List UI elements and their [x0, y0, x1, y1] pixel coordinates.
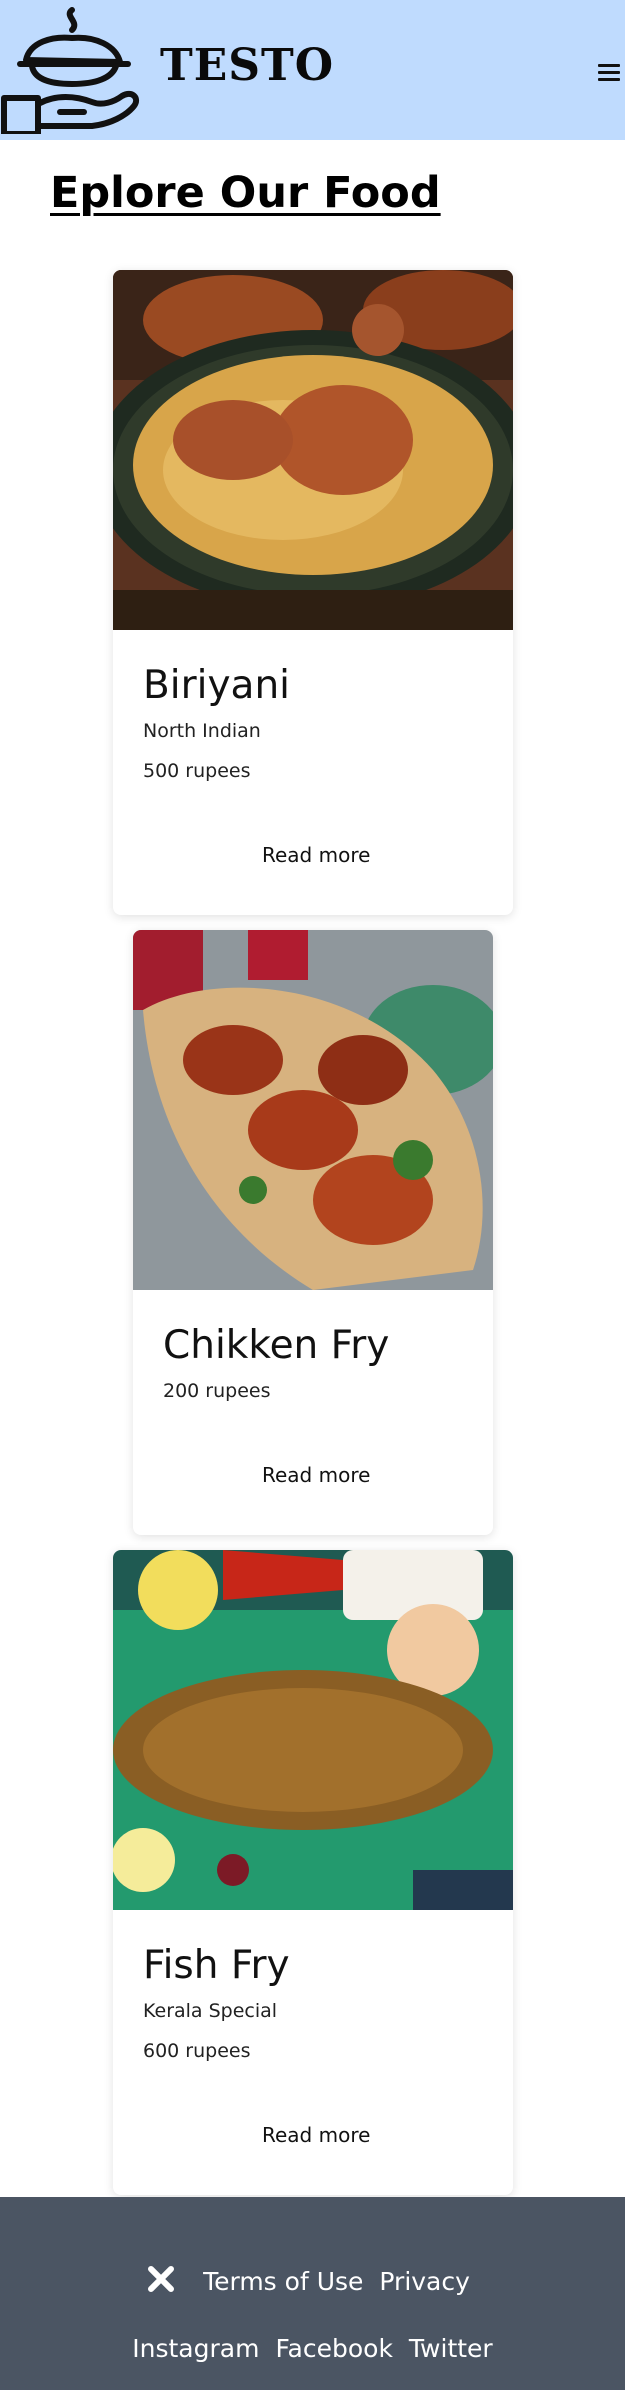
footer-links-row-1: Terms of Use Privacy	[0, 2265, 625, 2297]
food-card-chikken-fry: Chikken Fry 200 rupees Read more	[133, 930, 493, 1535]
terms-link[interactable]: Terms of Use	[203, 2267, 363, 2296]
card-title: Fish Fry	[143, 1943, 290, 1988]
read-more-button[interactable]: Read more	[262, 843, 370, 867]
site-footer: Terms of Use Privacy Instagram Facebook Twi…	[0, 2197, 625, 2390]
read-more-button[interactable]: Read more	[262, 2123, 370, 2147]
twitter-link[interactable]: Twitter	[409, 2334, 493, 2363]
food-card-biriyani: Biriyani North Indian 500 rupees Read mo…	[113, 270, 513, 915]
read-more-button[interactable]: Read more	[262, 1463, 370, 1487]
instagram-link[interactable]: Instagram	[132, 2334, 259, 2363]
facebook-link[interactable]: Facebook	[275, 2334, 392, 2363]
site-header: TESTO	[0, 0, 625, 140]
chicken-fry-photo	[133, 930, 493, 1290]
card-price: 600 rupees	[143, 2040, 251, 2062]
privacy-link[interactable]: Privacy	[379, 2267, 470, 2296]
card-title: Chikken Fry	[163, 1323, 390, 1368]
card-price: 200 rupees	[163, 1380, 271, 1402]
close-x-icon[interactable]	[147, 2265, 175, 2293]
food-card-fish-fry: Fish Fry Kerala Special 600 rupees Read …	[113, 1550, 513, 2195]
card-subtitle: North Indian	[143, 720, 261, 742]
hamburger-menu-icon[interactable]	[598, 64, 620, 82]
fish-fry-photo	[113, 1550, 513, 1910]
card-title: Biriyani	[143, 663, 290, 708]
food-dish-icon[interactable]	[0, 6, 142, 137]
biriyani-photo	[113, 270, 513, 630]
footer-links-row-2: Instagram Facebook Twitter	[0, 2334, 625, 2363]
card-subtitle: Kerala Special	[143, 2000, 278, 2022]
brand-name[interactable]: TESTO	[160, 40, 334, 91]
section-title: Eplore Our Food	[50, 168, 441, 218]
card-price: 500 rupees	[143, 760, 251, 782]
